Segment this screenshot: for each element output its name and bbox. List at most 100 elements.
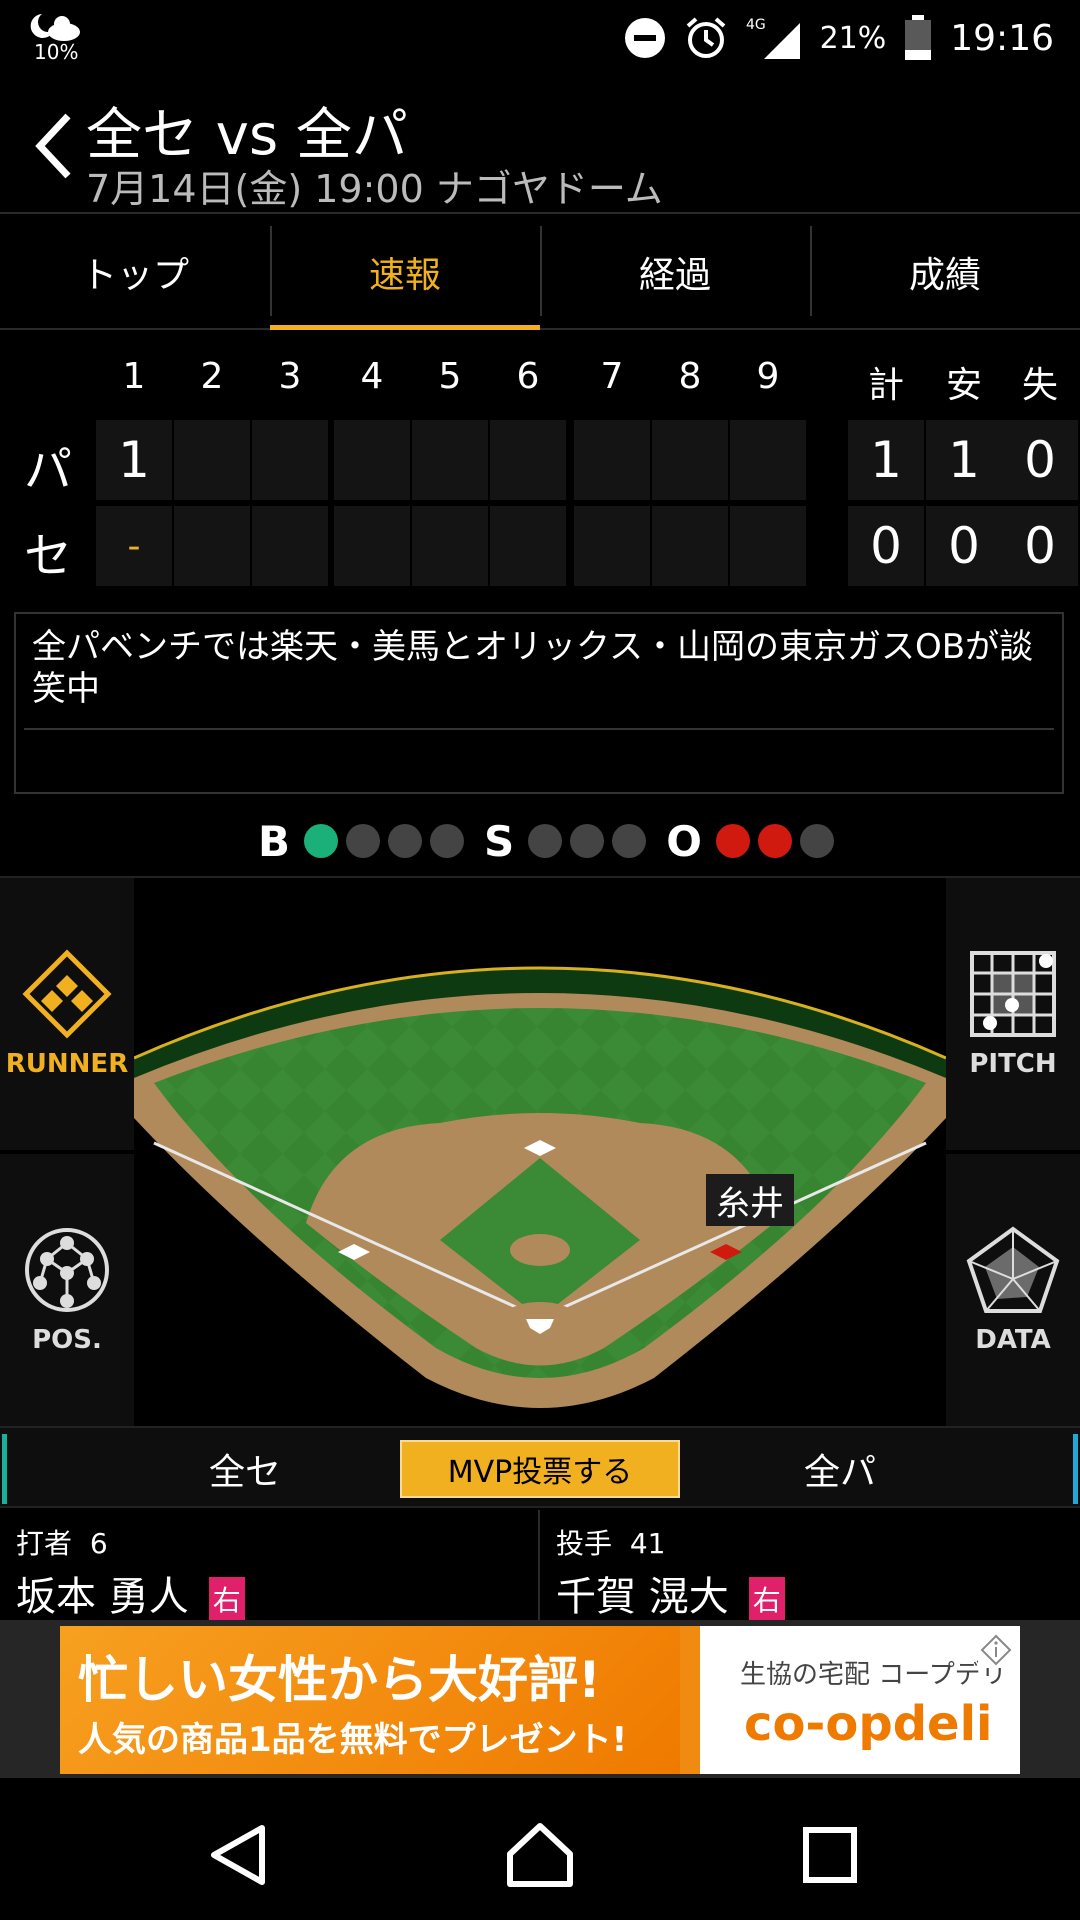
total-hits: 0: [926, 506, 1002, 586]
out-dot: [715, 824, 750, 858]
ad-headline: 忙しい女性から大好評!: [78, 1651, 601, 1709]
ad-subline: 人気の商品1品を無料でプレゼント!: [78, 1720, 628, 1760]
pitcher-role: 投手 41: [556, 1522, 665, 1562]
weather-night-cloud-icon: 10%: [28, 10, 88, 66]
inning-score: [252, 506, 328, 586]
inning-score: [574, 420, 650, 500]
clock: 19:16: [950, 17, 1054, 59]
weather-percent: 10%: [34, 40, 79, 64]
home-icon[interactable]: [500, 1820, 580, 1890]
left-team-accent: [2, 1434, 7, 1504]
back-button[interactable]: [30, 106, 80, 186]
total-errors-header: 失: [1021, 365, 1058, 406]
runner-diamond-icon: [22, 949, 112, 1039]
ad-brand-logo: co-opdeli: [744, 1696, 993, 1752]
strike-dot: [528, 824, 563, 858]
tab-bar: トップ 速報 経過 成績: [0, 216, 1080, 330]
baseball-field: [134, 966, 946, 1408]
inning-score: [412, 420, 488, 500]
team-right-button[interactable]: 全パ: [610, 1428, 1070, 1510]
game-header: 全セ vs 全パ 7月14日(金) 19:00 ナゴヤドーム: [0, 76, 1080, 214]
field-area: RUNNER POS. PITCH DATA 糸井: [0, 876, 1080, 1426]
total-errors: 0: [1002, 420, 1078, 500]
inning-score: [174, 506, 250, 586]
inning-score: [490, 506, 566, 586]
game-info: 7月14日(金) 19:00 ナゴヤドーム: [86, 167, 663, 211]
batter-panel[interactable]: 打者 6 坂本 勇人右: [0, 1510, 538, 1622]
inning-score: 1: [96, 420, 172, 500]
ball-dot: [346, 824, 381, 858]
inning-header: 1: [122, 356, 146, 397]
inning-score: [730, 420, 806, 500]
batter-role: 打者 6: [16, 1522, 108, 1562]
ball-dot: [388, 824, 423, 858]
battery-icon: [905, 15, 932, 60]
tab-top[interactable]: トップ: [0, 216, 270, 328]
signal-icon: 4G: [746, 17, 800, 59]
dnd-icon: [624, 18, 665, 58]
strike-label: S: [484, 816, 515, 866]
batter-role-label: 打者: [16, 1527, 73, 1560]
inning-score: -: [96, 506, 172, 586]
inning-header: 7: [600, 356, 624, 397]
pitcher-hand-badge: 右: [748, 1577, 785, 1621]
inning-header: 2: [200, 356, 224, 397]
inning-header: 9: [756, 356, 780, 397]
ad-banner[interactable]: 忙しい女性から大好評! 人気の商品1品を無料でプレゼント! 生協の宅配 コープデ…: [60, 1626, 1020, 1774]
radar-chart-icon: [966, 1226, 1060, 1313]
current-matchup: 打者 6 坂本 勇人右 投手 41 千賀 滉大右: [0, 1510, 1080, 1622]
inning-header: 5: [438, 356, 462, 397]
out-label: O: [666, 816, 702, 866]
tab-progress[interactable]: 経過: [540, 216, 810, 328]
runner-label: RUNNER: [5, 1049, 129, 1079]
runner-button[interactable]: RUNNER: [0, 878, 134, 1150]
inning-score: [412, 506, 488, 586]
pos-label: POS.: [32, 1325, 102, 1355]
right-team-accent: [1073, 1434, 1078, 1504]
data-button[interactable]: DATA: [946, 1154, 1080, 1426]
batter-name-row: 坂本 勇人右: [16, 1564, 245, 1622]
inning-score: [490, 420, 566, 500]
total-runs: 0: [848, 506, 924, 586]
status-icons: 4G 21% 19:16: [624, 10, 1054, 66]
pitch-button[interactable]: PITCH: [946, 878, 1080, 1150]
total-hits: 1: [926, 420, 1002, 500]
positions-icon: [25, 1228, 109, 1312]
ad-brand-area: 生協の宅配 コープデリ co-opdeli: [700, 1626, 1020, 1774]
pitcher-number: 41: [629, 1527, 666, 1560]
tab-live[interactable]: 速報: [270, 216, 540, 330]
pitcher-panel[interactable]: 投手 41 千賀 滉大右: [540, 1510, 1080, 1622]
total-runs: 1: [848, 420, 924, 500]
out-dot: [799, 824, 834, 858]
inning-header: 8: [678, 356, 702, 397]
pitcher-name-row: 千賀 滉大右: [556, 1564, 785, 1622]
system-nav-bar: [0, 1780, 1080, 1920]
inning-score: [252, 420, 328, 500]
total-errors: 0: [1002, 506, 1078, 586]
status-bar: 10% 4G 21% 19:16: [0, 0, 1080, 76]
ball-dot: [430, 824, 465, 858]
alarm-icon: [686, 17, 725, 58]
inning-score: [730, 506, 806, 586]
pitcher-role-label: 投手: [556, 1527, 613, 1560]
inning-header: 4: [360, 356, 384, 397]
pitch-grid-icon: [970, 951, 1056, 1037]
inning-score: [174, 420, 250, 500]
battery-percent: 21%: [819, 20, 887, 56]
pos-button[interactable]: POS.: [0, 1154, 134, 1426]
tab-stats[interactable]: 成績: [810, 216, 1080, 328]
recents-icon[interactable]: [790, 1820, 870, 1890]
team-bar: 全セ MVP投票する 全パ: [0, 1426, 1080, 1508]
divider: [24, 728, 1054, 730]
svg-text:4G: 4G: [746, 17, 766, 33]
inning-score: [334, 506, 410, 586]
ad-promo-area: 忙しい女性から大好評! 人気の商品1品を無料でプレゼント!: [60, 1626, 680, 1774]
commentary-box: 全パベンチでは楽天・美馬とオリックス・山岡の東京ガスOBが談笑中: [14, 612, 1064, 794]
back-icon[interactable]: [200, 1820, 280, 1890]
out-dot: [757, 824, 792, 858]
commentary-text: 全パベンチでは楽天・美馬とオリックス・山岡の東京ガスOBが談笑中: [32, 627, 1034, 709]
pitchers-mound: [510, 1234, 570, 1266]
inning-score: [652, 420, 728, 500]
ad-info-icon[interactable]: [978, 1632, 1014, 1668]
team-abbrev: パ: [24, 442, 73, 498]
